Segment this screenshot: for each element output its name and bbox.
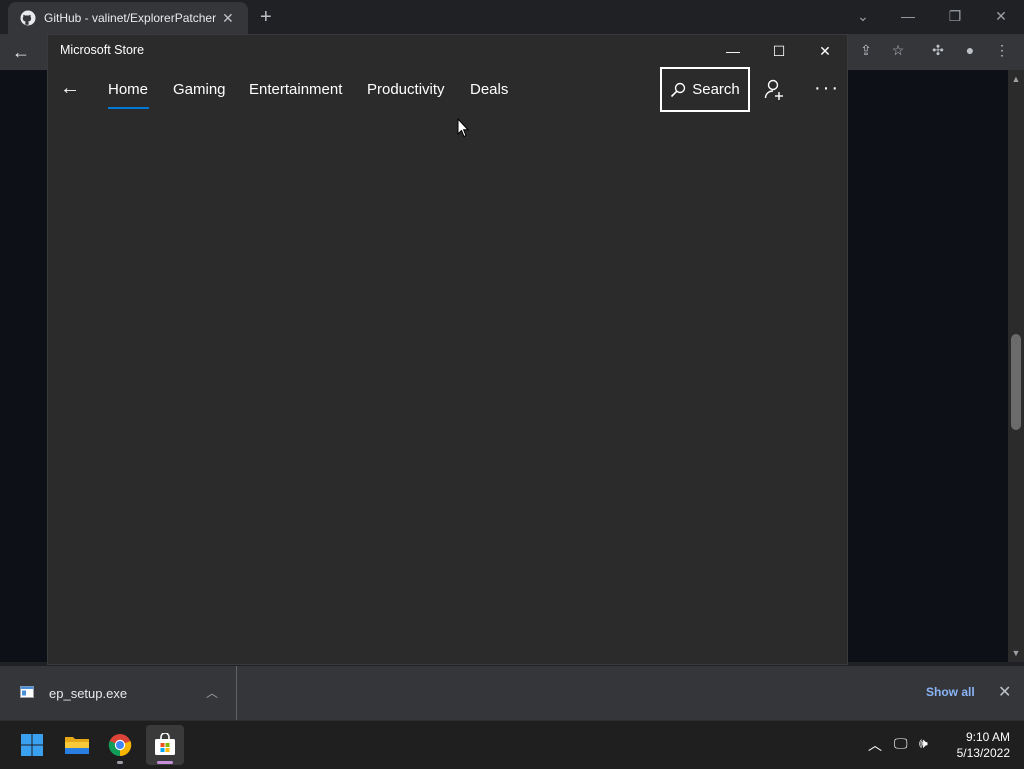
show-all-downloads-link[interactable]: Show all — [926, 685, 975, 699]
github-icon — [20, 10, 36, 26]
store-window-title: Microsoft Store — [60, 43, 145, 57]
extensions-icon[interactable]: ✣ — [926, 42, 950, 62]
scrollbar-thumb[interactable] — [1011, 334, 1021, 430]
nav-home[interactable]: Home — [108, 81, 148, 98]
nav-deals[interactable]: Deals — [470, 81, 508, 98]
windows-start-icon — [21, 734, 43, 756]
tab-title: GitHub - valinet/ExplorerPatcher — [44, 11, 216, 25]
web-page-sidebar — [0, 70, 49, 662]
mouse-cursor-icon — [457, 118, 469, 138]
store-minimize-button[interactable]: — — [710, 35, 756, 67]
file-explorer-button[interactable] — [58, 725, 96, 765]
clock-time: 9:10 AM — [965, 730, 1010, 744]
chrome-tabstrip: GitHub - valinet/ExplorerPatcher ✕ + ⌄ —… — [0, 0, 1024, 34]
search-label: Search — [692, 81, 740, 98]
download-shelf: ep_setup.exe ︿ Show all ✕ — [0, 665, 1024, 721]
active-nav-indicator — [108, 107, 149, 109]
windows-taskbar: ︿ 🖵 🕪 9:10 AM 5/13/2022 — [0, 720, 1024, 769]
store-maximize-button[interactable]: ☐ — [756, 35, 802, 67]
nav-entertainment[interactable]: Entertainment — [249, 81, 342, 98]
network-icon[interactable]: 🖵 — [894, 735, 908, 752]
clock-date: 5/13/2022 — [956, 746, 1010, 760]
chrome-running-indicator — [117, 761, 123, 764]
scroll-up-arrow-icon[interactable]: ▲ — [1011, 74, 1021, 84]
profile-icon[interactable]: ● — [958, 42, 982, 62]
download-item[interactable]: ep_setup.exe ︿ — [0, 666, 237, 721]
chrome-back-button[interactable]: ← — [12, 42, 30, 63]
scroll-down-arrow-icon[interactable]: ▼ — [1011, 648, 1021, 658]
browser-tab[interactable]: GitHub - valinet/ExplorerPatcher ✕ — [8, 2, 248, 34]
nav-gaming[interactable]: Gaming — [173, 81, 226, 98]
search-icon — [671, 82, 686, 97]
close-download-shelf-icon[interactable]: ✕ — [998, 682, 1011, 702]
bookmark-star-icon[interactable]: ☆ — [886, 42, 910, 62]
store-back-icon[interactable]: ← — [60, 77, 80, 100]
store-icon — [155, 733, 175, 755]
tab-close-icon[interactable]: ✕ — [222, 10, 234, 27]
new-tab-button[interactable]: + — [260, 6, 272, 29]
store-taskbar-button[interactable] — [146, 725, 184, 765]
chrome-menu-icon[interactable]: ⋮ — [990, 42, 1014, 62]
add-account-icon[interactable] — [764, 79, 786, 101]
tab-search-icon[interactable]: ⌄ — [848, 4, 878, 28]
chevron-up-icon[interactable]: ︿ — [206, 684, 218, 701]
start-button[interactable] — [13, 725, 51, 765]
chrome-restore-button[interactable]: ❐ — [940, 4, 970, 28]
chrome-taskbar-button[interactable] — [101, 725, 139, 765]
store-close-button[interactable]: ✕ — [802, 35, 848, 67]
nav-productivity[interactable]: Productivity — [367, 81, 445, 98]
chrome-minimize-button[interactable]: — — [893, 4, 923, 28]
folder-icon — [65, 737, 89, 754]
chrome-icon — [108, 734, 132, 757]
executable-file-icon — [20, 686, 34, 698]
microsoft-store-window: Microsoft Store — ☐ ✕ ← Home Gaming Ente… — [47, 34, 848, 665]
volume-icon[interactable]: 🕪 — [919, 735, 928, 752]
download-file-name: ep_setup.exe — [49, 686, 128, 701]
store-search-button[interactable]: Search — [660, 67, 750, 112]
show-hidden-icons-chevron-icon[interactable]: ︿ — [868, 735, 882, 755]
chrome-close-button[interactable]: ✕ — [986, 4, 1016, 28]
system-clock[interactable]: 9:10 AM 5/13/2022 — [940, 729, 1010, 761]
store-titlebar: Microsoft Store — ☐ ✕ — [48, 35, 847, 67]
share-icon[interactable]: ⇪ — [854, 42, 878, 62]
more-options-icon[interactable]: ··· — [814, 77, 840, 100]
store-active-indicator — [157, 761, 173, 764]
